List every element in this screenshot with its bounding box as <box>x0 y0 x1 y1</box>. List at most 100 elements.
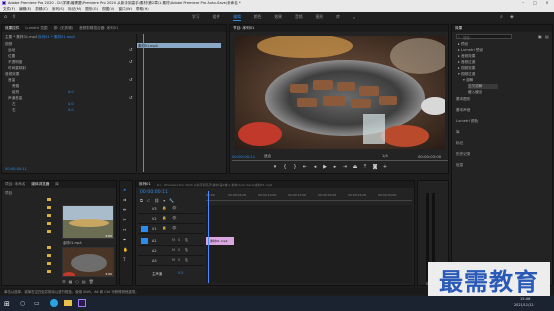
menu-edit[interactable]: 编辑(E) <box>19 7 31 12</box>
tree-item-ease[interactable]: 缓入缓出 <box>468 90 482 95</box>
tree-item-audio-transitions[interactable]: ▸ 音频过渡 <box>458 60 475 65</box>
folder-icon[interactable] <box>47 206 51 209</box>
icon-view-icon[interactable]: ▦ <box>69 279 73 284</box>
workspace-learn[interactable]: 学习 <box>192 14 200 20</box>
new-item-icon[interactable]: ▤ <box>545 34 549 39</box>
workspace-assembly[interactable]: 组件 <box>213 14 221 20</box>
tab-media-browser[interactable]: 媒体浏览器 <box>31 182 49 187</box>
section-lumetri-color[interactable]: Lumetri 颜色 <box>456 119 478 124</box>
snap-icon[interactable]: ⊂ <box>147 198 150 203</box>
mic-icon[interactable]: 🎙 <box>184 258 189 262</box>
new-item-icon[interactable]: ▤ <box>82 279 86 284</box>
source-clip-label[interactable]: 主要 * 素材01.mp4 <box>5 35 37 40</box>
lift-icon[interactable]: ⏏ <box>352 164 358 170</box>
timeline-ruler[interactable]: 00:00 00:00:05:00 00:00:10:00 00:00:15:0… <box>206 191 412 201</box>
master-value[interactable]: 0.0 <box>178 271 183 275</box>
workspace-color[interactable]: 颜色 <box>254 14 262 20</box>
file-explorer-icon[interactable] <box>64 300 72 306</box>
effect-row[interactable]: 右 <box>12 108 16 113</box>
folder-icon[interactable] <box>47 222 51 225</box>
nest-icon[interactable]: ⧉ <box>140 198 143 203</box>
solo-button[interactable]: S <box>178 248 180 252</box>
clock-time[interactable]: 15:46 <box>520 297 530 301</box>
lock-icon[interactable]: 🔒 <box>162 206 166 210</box>
solo-button[interactable]: S <box>178 238 180 242</box>
section-markers[interactable]: 标记 <box>456 141 463 146</box>
type-tool-icon[interactable]: T <box>123 257 125 262</box>
mark-out-icon[interactable]: } <box>292 164 298 170</box>
menu-markers[interactable]: 标记(M) <box>68 7 81 12</box>
effect-controls-timecode[interactable]: 00:00:00:11 <box>5 167 27 171</box>
zoom-slider[interactable]: ○ <box>75 279 79 284</box>
folder-icon[interactable] <box>47 214 51 217</box>
reset-icon[interactable]: ↺ <box>129 77 132 82</box>
tab-source[interactable]: 源: (无剪辑) <box>54 26 74 31</box>
selection-tool-icon[interactable]: ➤ <box>123 187 126 192</box>
menu-help[interactable]: 帮助(H) <box>136 7 149 12</box>
workspace-graphics[interactable]: 图形 <box>316 14 324 20</box>
mic-icon[interactable]: 🎙 <box>184 248 189 252</box>
clip-video[interactable]: 素材01.mp4 <box>206 237 234 245</box>
export-frame-icon[interactable]: ◙ <box>372 164 378 170</box>
step-forward-icon[interactable]: ▸ <box>332 164 338 170</box>
tree-item-dissolve[interactable]: ▾ 溶解 <box>463 78 473 83</box>
mark-in-icon[interactable]: { <box>282 164 288 170</box>
tree-item-presets[interactable]: ▸ 预设 <box>458 42 468 47</box>
hand-tool-icon[interactable]: ✋ <box>123 247 128 252</box>
track-header-a2[interactable]: A2 M S 🎙 <box>138 247 204 256</box>
start-icon[interactable]: ⊞ <box>4 300 10 308</box>
effects-search-input[interactable]: ⌕ 搜索 <box>456 34 512 40</box>
source-patch-a1[interactable] <box>141 238 148 244</box>
notification-icon[interactable]: ◈ <box>510 14 514 20</box>
menu-file[interactable]: 文件(F) <box>3 7 15 12</box>
mini-playhead[interactable] <box>143 34 144 172</box>
eye-icon[interactable]: 👁 <box>172 226 177 230</box>
task-view-icon[interactable]: ▭ <box>34 300 40 307</box>
reset-icon[interactable]: ↺ <box>129 95 132 100</box>
search-icon[interactable]: ⌕ <box>500 14 503 20</box>
section-history[interactable]: 历史记录 <box>456 152 470 157</box>
program-scrubber[interactable] <box>232 160 448 161</box>
effect-row[interactable]: 音量 <box>8 78 15 83</box>
tab-sequence[interactable]: 序列01 <box>139 182 151 187</box>
folder-icon[interactable] <box>47 246 51 249</box>
reset-icon[interactable]: ↺ <box>129 59 132 64</box>
volume-level-value[interactable]: 0.0 <box>68 90 74 94</box>
razor-tool-icon[interactable]: ✂ <box>123 217 126 222</box>
track-header-v1[interactable]: V1 🔒 👁 <box>138 225 204 234</box>
eye-icon[interactable]: 👁 <box>172 206 177 210</box>
menu-view[interactable]: 视图(V) <box>102 7 114 12</box>
linked-icon[interactable]: ⛓ <box>154 198 159 203</box>
track-header-v3[interactable]: V3 🔒 👁 <box>138 205 204 214</box>
trash-icon[interactable]: 🗑 <box>89 279 94 284</box>
tree-item-video-effects[interactable]: ▸ 视频效果 <box>458 66 475 71</box>
section-libraries[interactable]: 库 <box>456 130 460 135</box>
folder-icon[interactable] <box>47 230 51 233</box>
tree-item-cross-dissolve[interactable]: 交叉溶解 <box>468 84 498 89</box>
effect-row[interactable]: 声道音量 <box>8 96 22 101</box>
channel-right-value[interactable]: 0.0 <box>68 108 74 112</box>
section-essential-graphics[interactable]: 基本图形 <box>456 97 470 102</box>
channel-left-value[interactable]: 0.0 <box>68 102 74 106</box>
sequence-clip-label[interactable]: 序列01 * 素材01.mp4 <box>38 35 75 40</box>
tab-effect-controls[interactable]: 效果控件 <box>5 26 19 31</box>
step-back-icon[interactable]: ◂ <box>312 164 318 170</box>
effect-row[interactable]: 旁路 <box>12 84 19 89</box>
tree-item-audio-effects[interactable]: ▸ 音频效果 <box>458 54 475 59</box>
ripple-edit-icon[interactable]: ⇹ <box>123 207 126 212</box>
tab-lumetri-scopes[interactable]: Lumetri 范围 <box>25 26 47 31</box>
effect-controls-mini-timeline[interactable] <box>136 34 226 172</box>
wrench-icon[interactable]: 🔧 <box>169 198 174 203</box>
folder-icon[interactable] <box>47 262 51 265</box>
menu-window[interactable]: 窗口(W) <box>118 7 132 12</box>
edge-icon[interactable] <box>50 299 58 307</box>
search-icon[interactable]: ○ <box>20 300 25 307</box>
effect-row[interactable]: 左 <box>12 102 16 107</box>
clock-date[interactable]: 2021/11/12 <box>514 303 534 307</box>
go-to-in-icon[interactable]: ⇤ <box>302 164 308 170</box>
master-track[interactable]: 主声道 0.0 <box>138 269 204 278</box>
effect-row[interactable]: 不透明度 <box>8 60 22 65</box>
tree-item-video-transitions[interactable]: ▾ 视频过渡 <box>458 72 475 77</box>
mute-button[interactable]: M <box>172 238 175 242</box>
track-header-v2[interactable]: V2 🔒 👁 <box>138 215 204 224</box>
